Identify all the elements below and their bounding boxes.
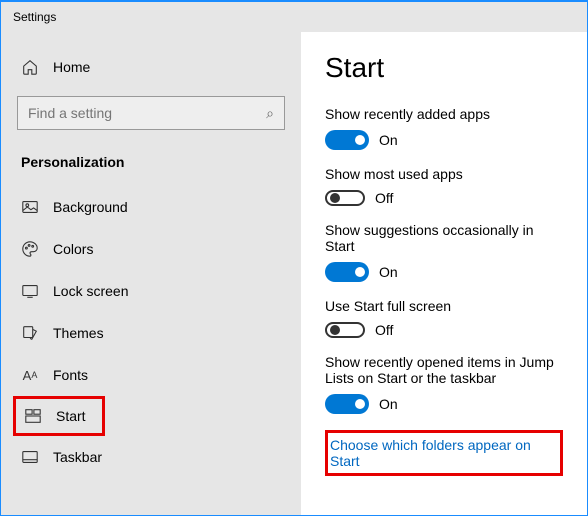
setting-recently-added: Show recently added apps On [325,106,563,150]
sidebar-item-fonts[interactable]: AA Fonts [1,354,301,396]
window-header: Settings [1,2,587,32]
sidebar-item-label: Lock screen [53,283,128,299]
search-icon: ⌕ [266,105,274,122]
palette-icon [21,240,39,258]
search-input[interactable] [28,105,266,121]
sidebar-item-taskbar[interactable]: Taskbar [1,436,301,478]
choose-folders-link[interactable]: Choose which folders appear on Start [325,430,563,476]
sidebar-item-label: Start [56,408,86,424]
search-box[interactable]: ⌕ [17,96,285,130]
setting-label: Show most used apps [325,166,563,182]
setting-most-used: Show most used apps Off [325,166,563,206]
picture-icon [21,198,39,216]
sidebar-item-start[interactable]: Start [13,396,105,436]
toggle-state: On [379,132,398,148]
sidebar-item-label: Themes [53,325,104,341]
toggle-jumplists[interactable] [325,394,369,414]
sidebar-item-label: Fonts [53,367,88,383]
start-icon [24,407,42,425]
setting-jumplists: Show recently opened items in Jump Lists… [325,354,563,414]
toggle-recently-added[interactable] [325,130,369,150]
toggle-state: Off [375,190,393,206]
toggle-most-used[interactable] [325,190,365,206]
lockscreen-icon [21,282,39,300]
sidebar-item-colors[interactable]: Colors [1,228,301,270]
toggle-state: On [379,264,398,280]
toggle-state: On [379,396,398,412]
sidebar-item-themes[interactable]: Themes [1,312,301,354]
setting-label: Use Start full screen [325,298,563,314]
sidebar: Home ⌕ Personalization Background Colors… [1,32,301,515]
toggle-suggestions[interactable] [325,262,369,282]
sidebar-item-lockscreen[interactable]: Lock screen [1,270,301,312]
sidebar-item-label: Colors [53,241,93,257]
sidebar-item-label: Background [53,199,128,215]
fonts-icon: AA [21,366,39,384]
setting-label: Show suggestions occasionally in Start [325,222,563,254]
category-heading: Personalization [1,146,301,186]
main-panel: Start Show recently added apps On Show m… [301,32,587,515]
toggle-fullscreen[interactable] [325,322,365,338]
taskbar-icon [21,448,39,466]
toggle-state: Off [375,322,393,338]
home-icon [21,58,39,76]
setting-suggestions: Show suggestions occasionally in Start O… [325,222,563,282]
window-title: Settings [13,10,56,24]
setting-label: Show recently opened items in Jump Lists… [325,354,563,386]
home-label: Home [53,59,90,75]
home-nav[interactable]: Home [1,48,301,86]
sidebar-item-label: Taskbar [53,449,102,465]
page-title: Start [325,52,563,84]
setting-label: Show recently added apps [325,106,563,122]
sidebar-item-background[interactable]: Background [1,186,301,228]
themes-icon [21,324,39,342]
setting-fullscreen: Use Start full screen Off [325,298,563,338]
